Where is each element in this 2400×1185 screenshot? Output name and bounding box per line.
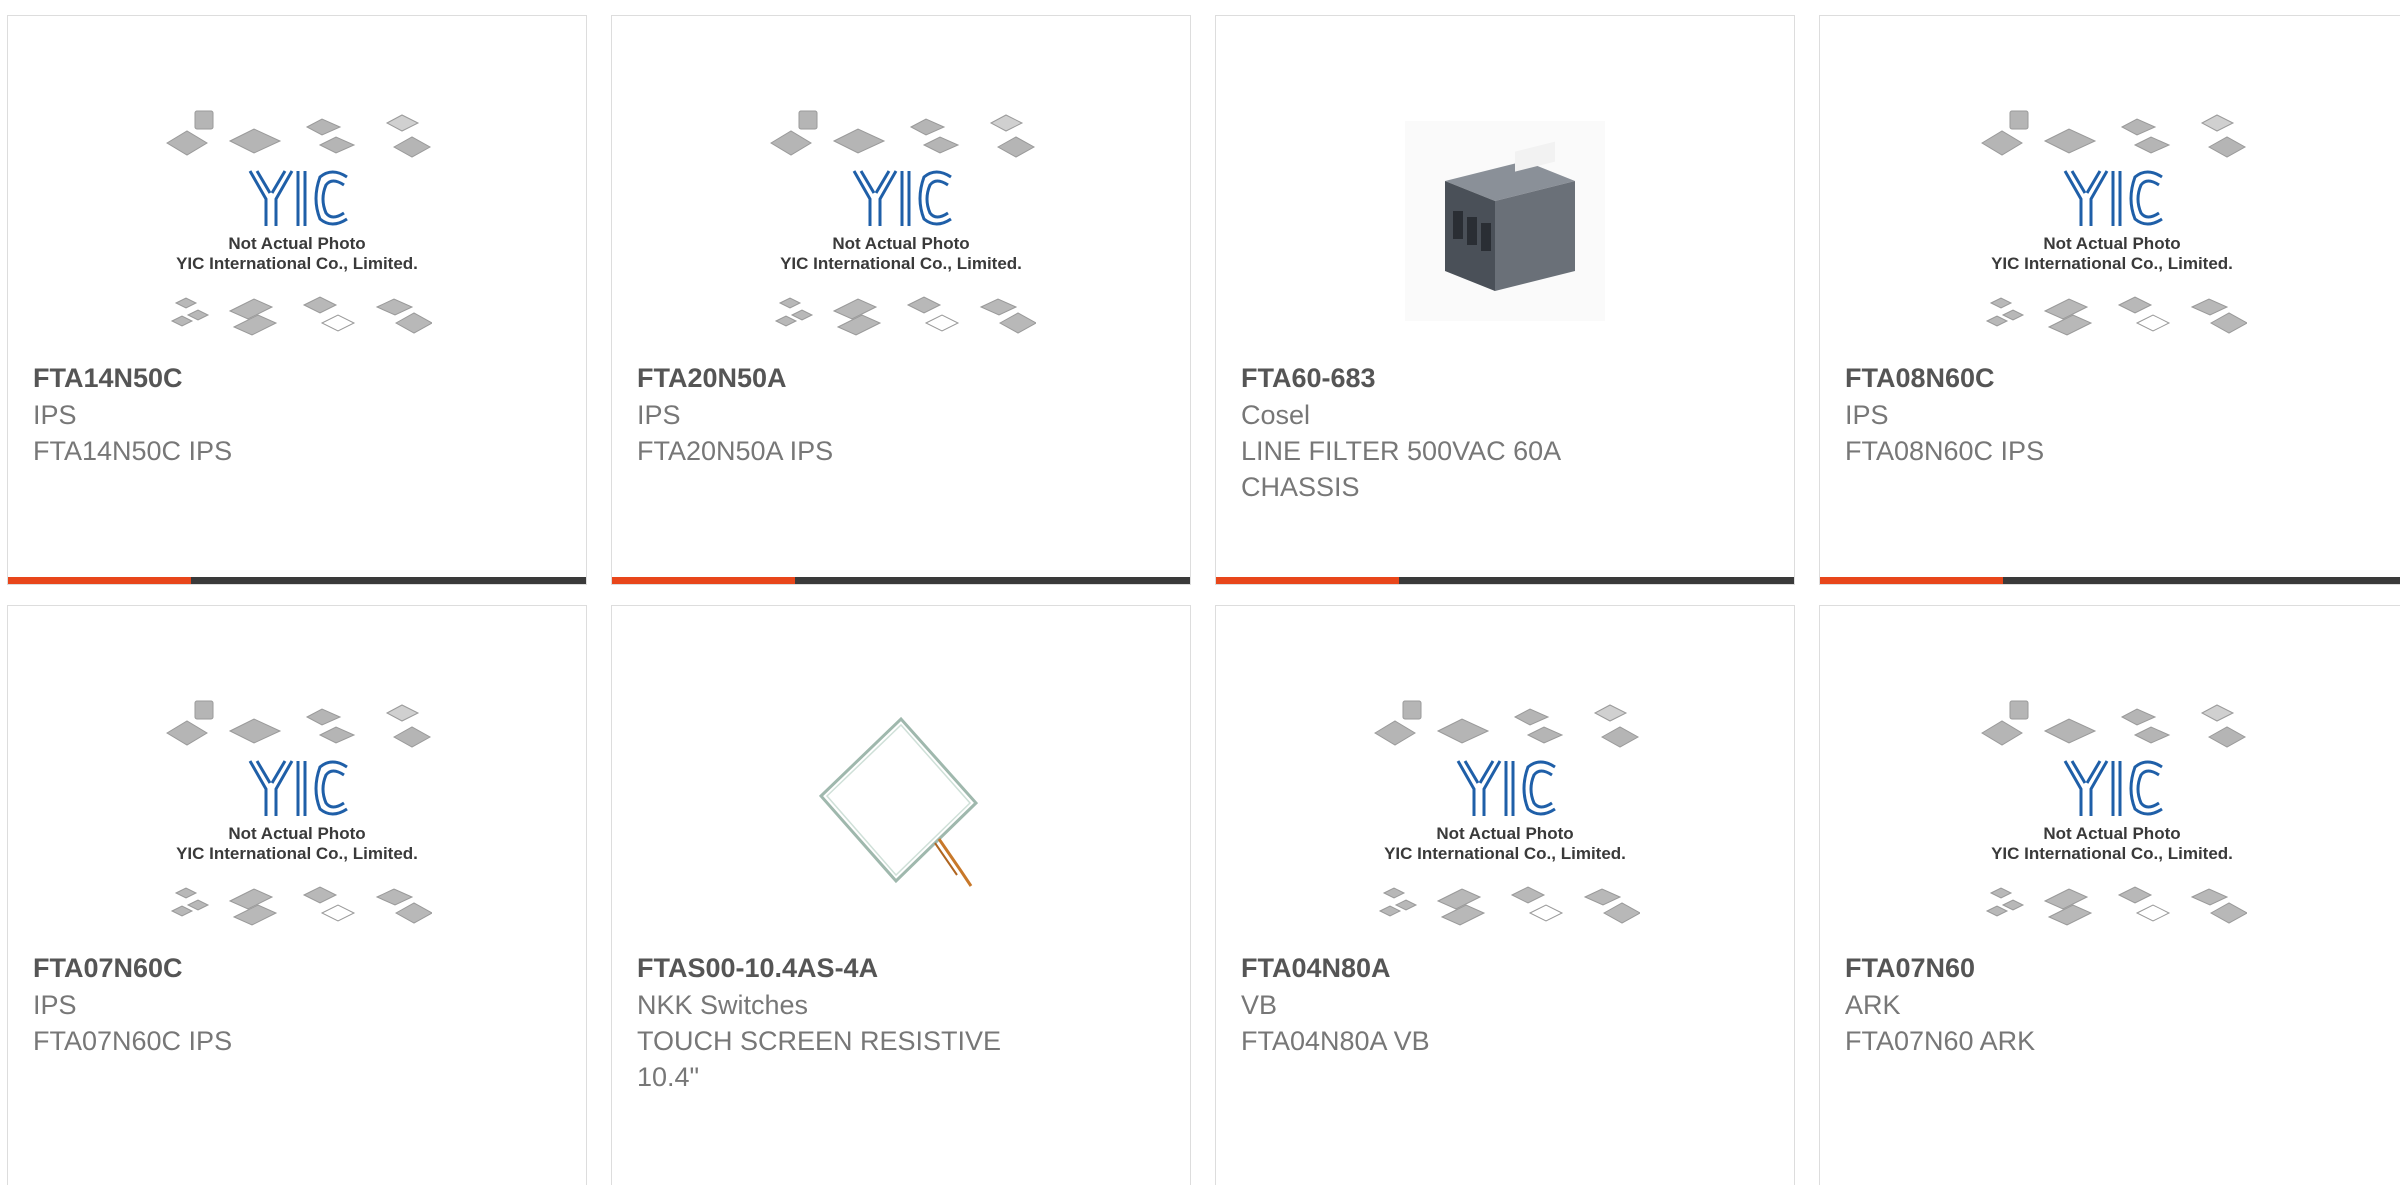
part-number-link[interactable]: FTA07N60C (33, 949, 561, 987)
card-bottom-bar (1820, 577, 2400, 584)
manufacturer: IPS (33, 400, 77, 430)
part-number-link[interactable]: FTA04N80A (1241, 949, 1769, 987)
part-number-link[interactable]: FTA08N60C (1845, 359, 2378, 397)
product-card[interactable]: FTAS00-10.4AS-4A NKK Switches TOUCH SCRE… (611, 605, 1191, 1185)
product-card[interactable]: Not Actual Photo YIC International Co., … (1819, 605, 2400, 1185)
svg-text:Not Actual Photo: Not Actual Photo (228, 824, 365, 843)
svg-text:Not Actual Photo: Not Actual Photo (1436, 824, 1573, 843)
part-number-link[interactable]: FTAS00-10.4AS-4A (637, 949, 1165, 987)
svg-text:YIC International Co., Limited: YIC International Co., Limited. (176, 254, 418, 273)
product-card[interactable]: Not Actual Photo YIC International Co., … (7, 605, 587, 1185)
product-description: FTA14N50C IPS (33, 436, 233, 466)
product-description: FTA07N60 ARK (1845, 1026, 2036, 1056)
product-card[interactable]: Not Actual Photo YIC International Co., … (1215, 605, 1795, 1185)
not-actual-photo-placeholder: Not Actual Photo YIC International Co., … (1980, 700, 2247, 926)
yic-logo-icon (1456, 760, 1556, 816)
not-actual-photo-placeholder: Not Actual Photo YIC International Co., … (166, 700, 432, 926)
product-image[interactable]: Not Actual Photo YIC International Co., … (1820, 76, 2400, 366)
svg-text:Not Actual Photo: Not Actual Photo (832, 234, 969, 253)
svg-text:YIC International Co., Limited: YIC International Co., Limited. (176, 844, 418, 863)
product-image[interactable]: Not Actual Photo YIC International Co., … (612, 76, 1190, 366)
manufacturer: IPS (1845, 400, 1889, 430)
manufacturer: IPS (33, 990, 77, 1020)
part-number-link[interactable]: FTA60-683 (1241, 359, 1769, 397)
yic-logo-icon (2063, 760, 2163, 816)
svg-text:YIC International Co., Limited: YIC International Co., Limited. (1991, 254, 2233, 273)
product-image[interactable]: Not Actual Photo YIC International Co., … (1820, 666, 2400, 956)
product-description: TOUCH SCREEN RESISTIVE 10.4" (637, 1026, 1002, 1092)
line-filter-photo (1405, 121, 1605, 321)
manufacturer: ARK (1845, 990, 1901, 1020)
not-actual-photo-placeholder: Not Actual Photo YIC International Co., … (166, 110, 432, 336)
svg-text:Not Actual Photo: Not Actual Photo (2043, 824, 2180, 843)
not-actual-photo-placeholder: Not Actual Photo YIC International Co., … (1374, 700, 1640, 926)
card-bottom-bar (8, 577, 586, 584)
product-card[interactable]: Not Actual Photo YIC International Co., … (1819, 15, 2400, 585)
product-description: FTA20N50A IPS (637, 436, 834, 466)
product-description: FTA08N60C IPS (1845, 436, 2045, 466)
yic-logo-icon (2063, 170, 2163, 226)
product-image[interactable] (612, 666, 1190, 956)
product-image[interactable]: Not Actual Photo YIC International Co., … (8, 76, 586, 366)
product-card[interactable]: Not Actual Photo YIC International Co., … (611, 15, 1191, 585)
product-card[interactable]: FTA60-683 Cosel LINE FILTER 500VAC 60A C… (1215, 15, 1795, 585)
svg-text:YIC International Co., Limited: YIC International Co., Limited. (1384, 844, 1626, 863)
part-number-link[interactable]: FTA07N60 (1845, 949, 2378, 987)
not-actual-photo-placeholder: Not Actual Photo YIC International Co., … (770, 110, 1036, 336)
product-description: FTA04N80A VB (1241, 1026, 1430, 1056)
yic-logo-icon (852, 170, 952, 226)
manufacturer: NKK Switches (637, 990, 809, 1020)
product-card[interactable]: Not Actual Photo YIC International Co., … (7, 15, 587, 585)
product-description: FTA07N60C IPS (33, 1026, 233, 1056)
product-image[interactable]: Not Actual Photo YIC International Co., … (8, 666, 586, 956)
part-number-link[interactable]: FTA20N50A (637, 359, 1165, 397)
svg-text:YIC International Co., Limited: YIC International Co., Limited. (1991, 844, 2233, 863)
manufacturer: IPS (637, 400, 681, 430)
yic-logo-icon (248, 170, 348, 226)
touch-screen-photo (818, 716, 979, 887)
card-bottom-bar (612, 577, 1190, 584)
card-bottom-bar (1216, 577, 1794, 584)
product-description: LINE FILTER 500VAC 60A CHASSIS (1241, 436, 1560, 502)
product-image[interactable] (1216, 76, 1794, 366)
part-number-link[interactable]: FTA14N50C (33, 359, 561, 397)
not-actual-photo-placeholder: Not Actual Photo YIC International Co., … (1980, 110, 2247, 336)
svg-text:Not Actual Photo: Not Actual Photo (228, 234, 365, 253)
manufacturer: VB (1241, 990, 1278, 1020)
manufacturer: Cosel (1241, 400, 1311, 430)
svg-text:Not Actual Photo: Not Actual Photo (2043, 234, 2180, 253)
yic-logo-icon (248, 760, 348, 816)
svg-text:YIC International Co., Limited: YIC International Co., Limited. (780, 254, 1022, 273)
product-image[interactable]: Not Actual Photo YIC International Co., … (1216, 666, 1794, 956)
